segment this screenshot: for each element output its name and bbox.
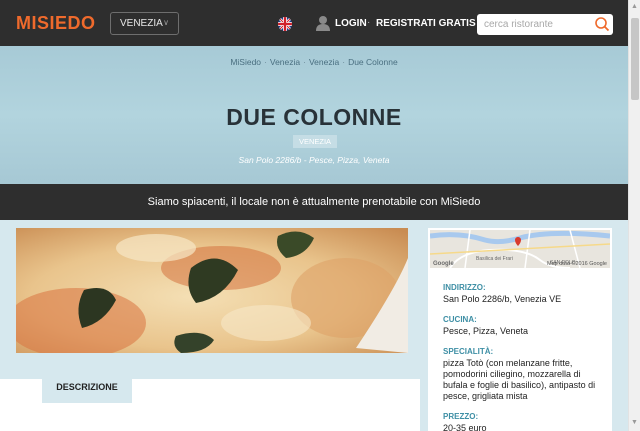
map-label: Basilica dei Frari — [476, 256, 513, 262]
cuisine-section: CUCINA: Pesce, Pizza, Veneta — [443, 315, 528, 337]
breadcrumb-separator: · — [303, 57, 306, 67]
cuisine-value: Pesce, Pizza, Veneta — [443, 326, 529, 336]
location-map[interactable]: Basilica dei Frari SAN POLO Google Map d… — [430, 230, 610, 268]
restaurant-photo — [16, 228, 408, 353]
specialty-value: pizza Totò (con melanzane fritte, pomodo… — [443, 358, 596, 401]
misiedo-logo[interactable]: MISIEDO — [16, 13, 96, 34]
price-label: PREZZO: — [443, 412, 479, 421]
restaurant-subtitle: San Polo 2286/b - Pesce, Pizza, Veneta — [238, 155, 390, 165]
breadcrumb-item-current: Due Colonne — [348, 57, 398, 67]
map-credit: Map data ©2016 Google — [546, 261, 607, 267]
register-link[interactable]: REGISTRATI GRATIS — [376, 18, 476, 29]
breadcrumb: MiSiedo · Venezia · Venezia · Due Colonne — [0, 57, 628, 67]
page-scrollbar[interactable]: ▲ ▼ — [628, 0, 640, 431]
top-navigation-bar: MISIEDO VENEZIA ∨ LOGIN · REGISTRATI GRA… — [0, 0, 628, 46]
address-value: San Polo 2286/b, Venezia VE — [443, 294, 562, 304]
scrollbar-thumb[interactable] — [631, 18, 639, 100]
nav-separator: · — [367, 17, 371, 28]
scroll-down-icon[interactable]: ▼ — [631, 419, 638, 426]
google-logo: Google — [433, 261, 454, 267]
booking-unavailable-notice: Siamo spiacenti, il locale non è attualm… — [0, 184, 628, 220]
restaurant-info-panel: Basilica dei Frari SAN POLO Google Map d… — [428, 228, 612, 431]
city-selector-label: VENEZIA — [120, 18, 163, 29]
restaurant-title: DUE COLONNE — [226, 104, 402, 130]
login-link[interactable]: LOGIN — [335, 18, 367, 29]
price-section: PREZZO: 20-35 euro — [443, 412, 487, 431]
breadcrumb-separator: · — [342, 57, 346, 67]
specialty-section: SPECIALITÀ: pizza Totò (con melanzane fr… — [443, 347, 601, 402]
breadcrumb-separator: · — [264, 57, 267, 67]
specialty-label: SPECIALITÀ: — [443, 347, 494, 356]
cuisine-label: CUCINA: — [443, 315, 477, 324]
user-icon[interactable] — [316, 15, 330, 31]
breadcrumb-item-region[interactable]: Venezia — [270, 57, 300, 67]
address-label: INDIRIZZO: — [443, 283, 486, 292]
breadcrumb-item-city[interactable]: Venezia — [309, 57, 339, 67]
address-section: INDIRIZZO: San Polo 2286/b, Venezia VE — [443, 283, 561, 305]
scroll-up-icon[interactable]: ▲ — [631, 3, 638, 10]
city-selector[interactable]: VENEZIA ∨ — [110, 12, 179, 35]
uk-flag-icon[interactable] — [278, 17, 292, 31]
chevron-down-icon: ∨ — [163, 18, 169, 27]
search-icon[interactable] — [593, 15, 611, 33]
restaurant-hero: MiSiedo · Venezia · Venezia · Due Colonne DUE … — [0, 46, 628, 184]
tab-description[interactable]: DESCRIZIONE — [42, 374, 132, 403]
city-badge: VENEZIA — [293, 135, 337, 148]
price-value: 20-35 euro — [443, 423, 487, 431]
breadcrumb-item-home[interactable]: MiSiedo — [230, 57, 261, 67]
